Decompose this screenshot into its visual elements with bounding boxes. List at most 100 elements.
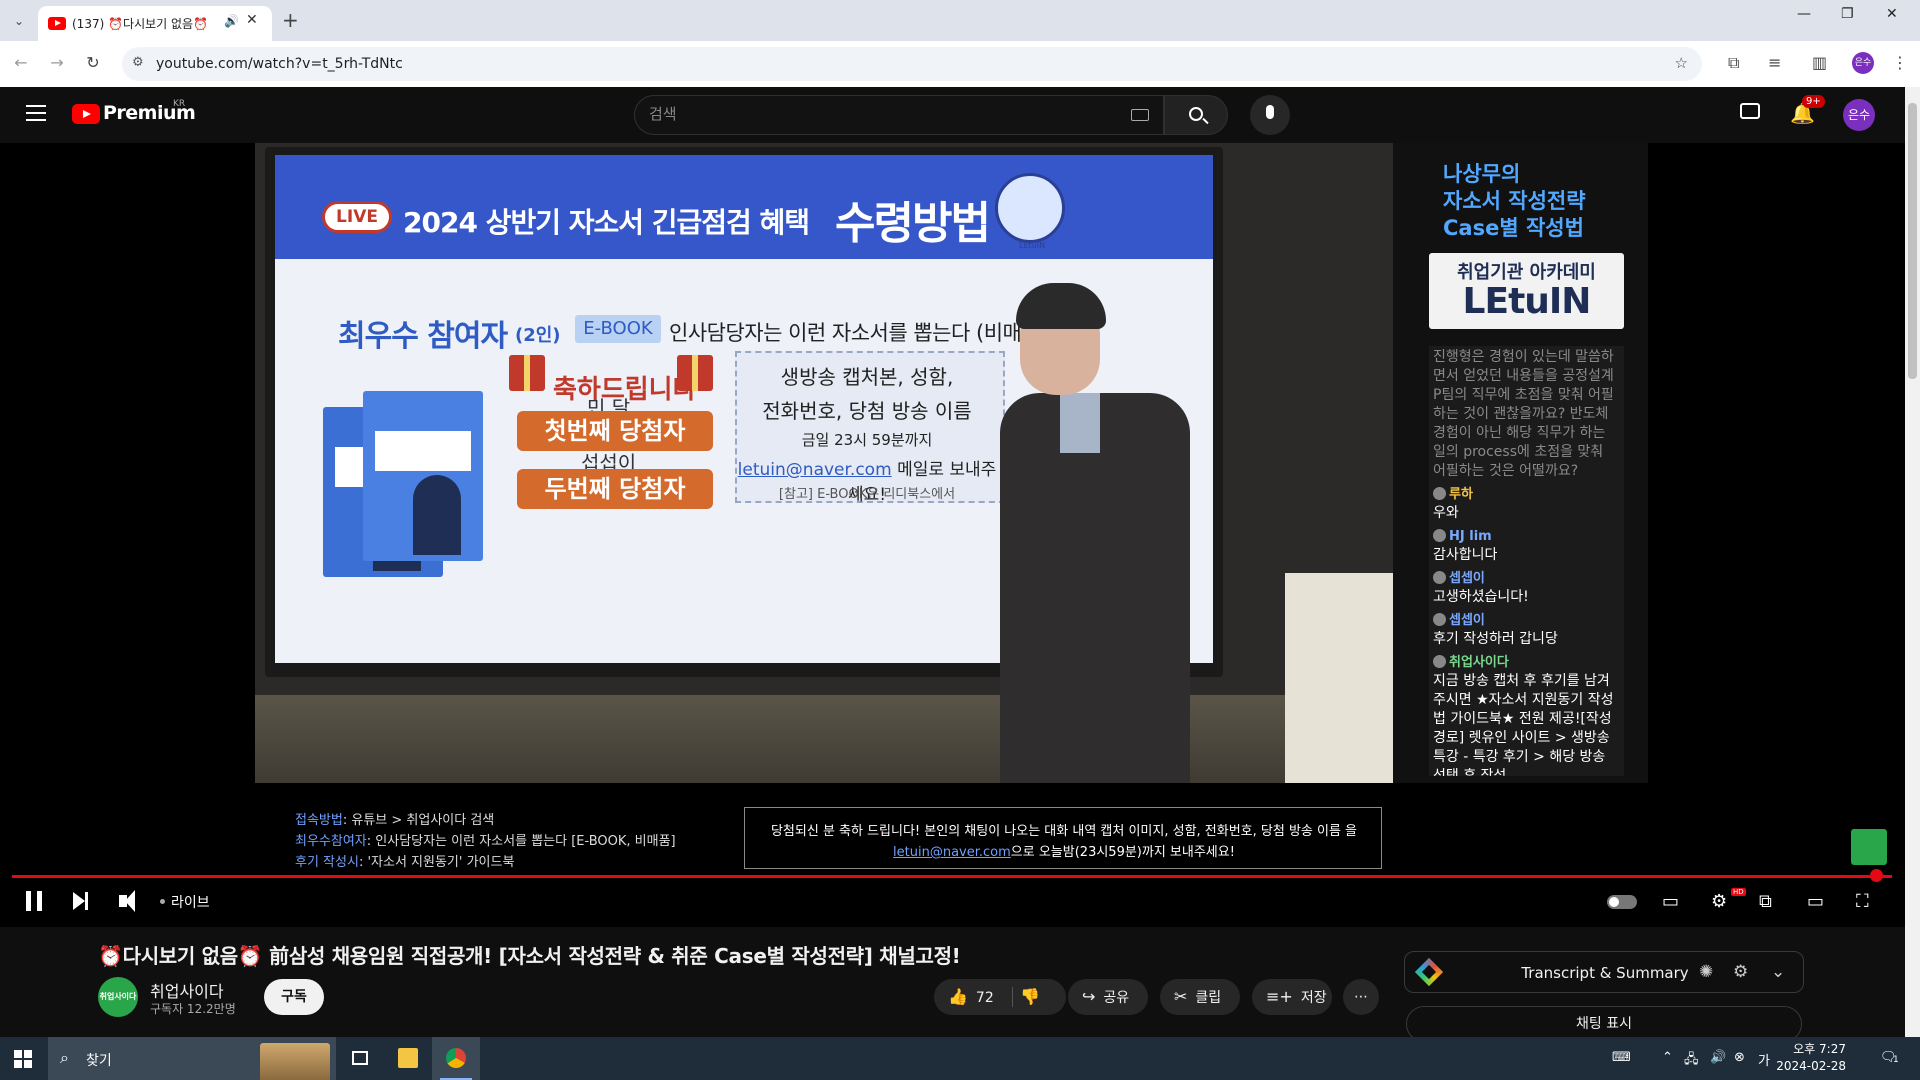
autoplay-toggle[interactable]	[1607, 895, 1637, 909]
browser-tab-active[interactable]: (137) ⏰다시보기 없음⏰ 🔊 ✕	[38, 6, 272, 41]
clip-button[interactable]: ✂ 클립	[1160, 979, 1240, 1015]
windows-start-icon[interactable]	[14, 1050, 32, 1068]
keyboard-icon[interactable]	[1131, 109, 1149, 121]
close-window-icon[interactable]: ✕	[1886, 6, 1898, 22]
gift-icon	[509, 355, 545, 391]
chrome-taskbar-icon[interactable]	[432, 1037, 480, 1080]
more-actions-button[interactable]: ⋯	[1343, 979, 1379, 1015]
browser-tabstrip: ⌄ (137) ⏰다시보기 없음⏰ 🔊 ✕ + — ❐ ✕	[0, 0, 1920, 41]
account-avatar[interactable]: 은수	[1843, 99, 1875, 131]
miniplayer-icon[interactable]: ⧉	[1759, 891, 1772, 912]
share-button[interactable]: ↪ 공유	[1068, 979, 1148, 1015]
like-icon[interactable]: 👍	[948, 979, 968, 1015]
progress-scrubber[interactable]	[1870, 869, 1883, 882]
slide-header: LIVE 2024 상반기 자소서 긴급점검 혜택 수령방법 LEtuIN	[275, 155, 1213, 259]
keyboard-layout-icon[interactable]: ⌨	[1612, 1050, 1631, 1065]
playlist-add-icon: ≡+	[1266, 987, 1293, 1006]
chat-author-avatar	[1433, 571, 1446, 584]
ime-icon[interactable]: ⊗	[1734, 1050, 1745, 1065]
site-info-icon[interactable]: ⚙	[132, 55, 144, 70]
subscribe-button[interactable]: 구독	[264, 979, 324, 1015]
network-icon[interactable]: 🖧	[1684, 1050, 1699, 1072]
volume-icon[interactable]	[119, 890, 135, 912]
browser-profile-avatar[interactable]: 은수	[1852, 52, 1874, 74]
overlay-chat-list: 진행형은 경험이 있는데 말씀하면서 얻었던 내용들을 공정설계 P팀의 직무에…	[1429, 346, 1624, 776]
gift-icon	[677, 355, 713, 391]
create-icon[interactable]	[1740, 103, 1760, 119]
tray-chevron-icon[interactable]: ⌃	[1662, 1050, 1673, 1065]
chat-author[interactable]: 취업사이다	[1433, 654, 1619, 672]
progress-bar[interactable]	[12, 875, 1892, 878]
pause-icon[interactable]	[26, 891, 42, 911]
next-icon[interactable]	[73, 892, 88, 910]
video-frame[interactable]: LIVE 2024 상반기 자소서 긴급점검 혜택 수령방법 LEtuIN 최우…	[255, 143, 1393, 783]
openai-icon[interactable]: ✺	[1699, 962, 1713, 982]
reload-icon[interactable]: ↻	[82, 53, 104, 72]
chat-author-name: 취업사이다	[1449, 655, 1509, 670]
video-details: ⏰다시보기 없음⏰ 前삼성 채용임원 직접공개! [자소서 작성전략 & 취준 …	[0, 927, 1905, 1042]
browser-menu-icon[interactable]: ⋮	[1892, 53, 1908, 72]
task-view-icon[interactable]	[336, 1037, 384, 1080]
channel-avatar[interactable]: 취업사이다	[98, 977, 138, 1017]
url-text[interactable]: youtube.com/watch?v=t_5rh-TdNtc	[156, 56, 403, 72]
guide-menu-icon[interactable]	[26, 105, 46, 121]
theater-mode-icon[interactable]: ▭	[1807, 891, 1824, 912]
chat-author[interactable]: 셉셉이	[1433, 612, 1619, 630]
instruction-email: letuin@naver.com	[737, 460, 892, 480]
youtube-favicon-icon	[48, 17, 66, 30]
bookmark-star-icon[interactable]: ☆	[1675, 54, 1688, 72]
video-title: ⏰다시보기 없음⏰ 前삼성 채용임원 직접공개! [자소서 작성전략 & 취준 …	[98, 944, 961, 968]
like-count[interactable]: 72	[976, 990, 994, 1006]
address-bar[interactable]: ⚙ youtube.com/watch?v=t_5rh-TdNtc ☆	[122, 47, 1702, 81]
search-field[interactable]	[634, 95, 1164, 135]
audio-playing-icon[interactable]: 🔊	[224, 14, 239, 28]
voice-search-button[interactable]	[1250, 95, 1290, 135]
chat-author-avatar	[1433, 487, 1446, 500]
search-button[interactable]	[1164, 95, 1228, 135]
media-control-icon[interactable]: ≡	[1768, 53, 1781, 72]
more-icon: ⋯	[1354, 989, 1368, 1005]
input-mode-icon[interactable]: 가	[1758, 1050, 1770, 1069]
speaker-icon[interactable]: 🔊	[1710, 1050, 1726, 1065]
info-line-label: 후기 작성시	[295, 855, 359, 870]
notice-line-2: letuin@naver.com으로 오늘밤(23시59분)까지 보내주세요!	[745, 841, 1383, 860]
system-clock[interactable]: 오후 7:27 2024-02-28	[1776, 1041, 1846, 1075]
tab-search-icon[interactable]: ⌄	[8, 10, 30, 32]
like-divider	[1012, 987, 1013, 1007]
mascot-icon	[995, 173, 1065, 243]
forward-icon[interactable]: →	[46, 53, 68, 72]
ebook-description: 인사담당자는 이런 자소서를 뽑는다 (비매품)	[669, 321, 1048, 345]
save-button[interactable]: ≡+ 저장	[1252, 979, 1332, 1015]
subtitles-icon[interactable]: ▭	[1662, 891, 1679, 912]
chevron-down-icon[interactable]: ⌄	[1771, 962, 1785, 982]
extensions-icon[interactable]: ⧉	[1728, 53, 1739, 73]
transcript-summary-card[interactable]: Transcript & Summary ✺ ⚙ ⌄	[1404, 951, 1804, 993]
dislike-icon[interactable]: 👎	[1020, 979, 1040, 1015]
settings-gear-icon[interactable]: ⚙	[1711, 891, 1727, 912]
second-winner-label: 두번째 당첨자	[517, 469, 713, 509]
page-scrollbar-thumb[interactable]	[1908, 103, 1917, 379]
instruction-deadline: 금일 23시 59분까지	[801, 431, 933, 449]
chat-author[interactable]: 루하	[1433, 486, 1619, 504]
search-input[interactable]	[649, 105, 1089, 123]
video-player[interactable]: LIVE 2024 상반기 자소서 긴급점검 혜택 수령방법 LEtuIN 최우…	[0, 143, 1905, 927]
youtube-logo-icon[interactable]	[72, 104, 100, 124]
slide-headline-big: 수령방법	[835, 198, 991, 249]
taskbar-search[interactable]: ⌕ 찾기	[48, 1037, 336, 1080]
live-label[interactable]: 라이브	[171, 892, 210, 912]
new-tab-icon[interactable]: +	[282, 8, 299, 32]
restore-icon[interactable]: ❐	[1841, 6, 1854, 22]
chat-author[interactable]: HJ lim	[1433, 528, 1619, 546]
minimize-icon[interactable]: —	[1797, 6, 1811, 22]
close-tab-icon[interactable]: ✕	[246, 12, 258, 28]
ebook-tag: E-BOOK	[575, 315, 661, 343]
fullscreen-icon[interactable]: ⛶	[1856, 891, 1869, 912]
side-panel-icon[interactable]: ▥	[1812, 53, 1827, 72]
chat-message-text: 후기 작성하러 갑니당	[1433, 631, 1558, 647]
chat-author[interactable]: 셉셉이	[1433, 570, 1619, 588]
settings-gear-icon[interactable]: ⚙	[1733, 962, 1748, 982]
back-icon[interactable]: ←	[10, 53, 32, 72]
channel-name[interactable]: 취업사이다	[150, 978, 224, 1002]
letuin-logo: 취업기관 아카데미 LEtuIN	[1429, 253, 1624, 329]
file-explorer-icon[interactable]	[384, 1037, 432, 1080]
